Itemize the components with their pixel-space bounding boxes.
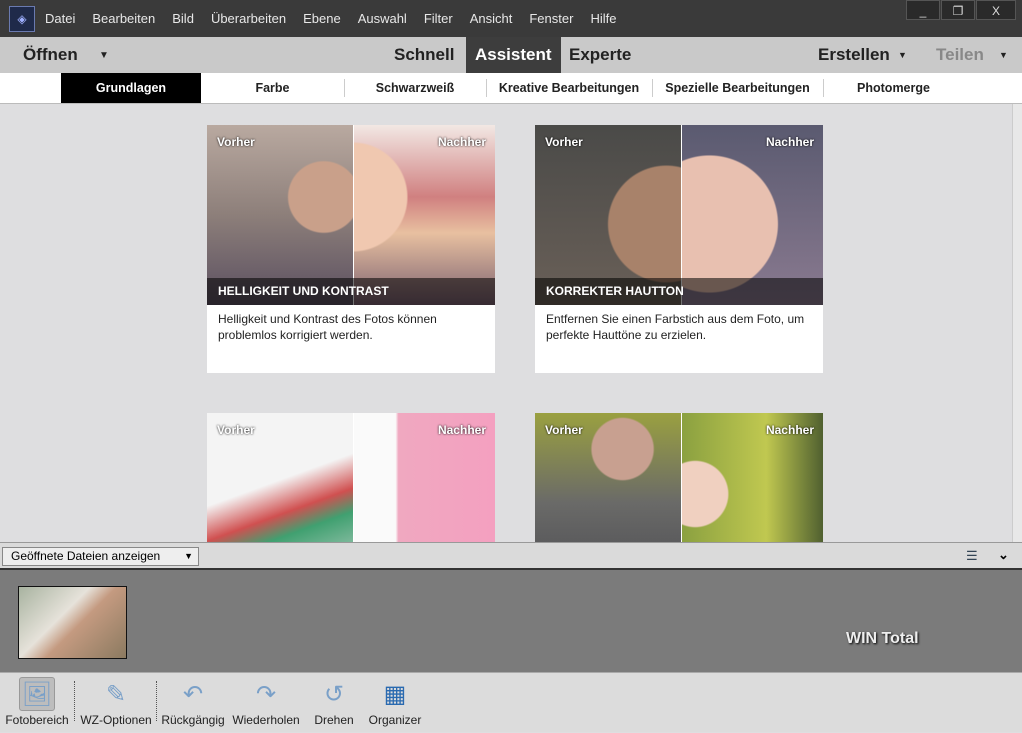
- mode-quick[interactable]: Schnell: [394, 45, 454, 65]
- after-label: Nachher: [765, 135, 814, 149]
- bottom-toolbar: 🖼 Fotobereich ✎ WZ-Optionen ↶ Rückgängig ↷ W…: [0, 672, 1022, 732]
- photo-thumbnail[interactable]: [18, 586, 127, 659]
- menu-ebene[interactable]: Ebene: [303, 11, 341, 26]
- collapse-chevron-icon[interactable]: ⌄: [998, 547, 1009, 563]
- share-dropdown-icon: ▼: [999, 50, 1008, 60]
- tool-label: Wiederholen: [232, 713, 300, 727]
- menu-ansicht[interactable]: Ansicht: [470, 11, 513, 26]
- organizer-button[interactable]: ▦ Organizer: [366, 673, 424, 733]
- close-button[interactable]: X: [976, 0, 1016, 20]
- open-dropdown-icon[interactable]: ▼: [99, 50, 109, 61]
- before-label: Vorher: [545, 423, 583, 437]
- tool-label: Organizer: [368, 713, 422, 727]
- menu-bild[interactable]: Bild: [172, 11, 194, 26]
- open-button[interactable]: Öffnen: [23, 45, 78, 65]
- menu-datei[interactable]: Datei: [45, 11, 75, 26]
- mode-expert[interactable]: Experte: [569, 45, 631, 65]
- mode-bar: Öffnen ▼ Schnell Assistent Experte Erste…: [0, 37, 1022, 73]
- card-3[interactable]: Vorher Nachher: [207, 413, 495, 542]
- photo-icon: 🖼: [19, 677, 55, 711]
- photo-bin-source-select[interactable]: Geöffnete Dateien anzeigen ▼: [2, 547, 199, 566]
- card-description: Helligkeit und Kontrast des Fotos können…: [218, 312, 437, 342]
- tab-farbe[interactable]: Farbe: [201, 73, 344, 103]
- rotate-icon: ↺: [323, 680, 345, 708]
- create-button[interactable]: Erstellen: [818, 45, 890, 65]
- tool-label: WZ-Optionen: [80, 713, 152, 727]
- mode-guided[interactable]: Assistent: [466, 37, 561, 73]
- restore-button[interactable]: ❐: [941, 0, 975, 20]
- app-logo-icon: ◈: [9, 5, 35, 32]
- menu-ueberarbeiten[interactable]: Überarbeiten: [211, 11, 286, 26]
- toolbar-divider: [74, 681, 75, 721]
- select-value: Geöffnete Dateien anzeigen: [11, 549, 161, 563]
- watermark-logo: WIN Total: [846, 630, 919, 647]
- menu-filter[interactable]: Filter: [424, 11, 453, 26]
- undo-icon: ↶: [182, 680, 204, 708]
- photo-bin-header: Geöffnete Dateien anzeigen ▼ ☰ ⌄: [0, 542, 1022, 570]
- tab-kreative-bearbeitungen[interactable]: Kreative Bearbeitungen: [486, 73, 652, 103]
- create-dropdown-icon: ▼: [898, 50, 907, 60]
- tool-label: Rückgängig: [161, 713, 225, 727]
- share-button[interactable]: Teilen: [936, 45, 984, 65]
- tool-label: Drehen: [314, 713, 354, 727]
- card-brightness-contrast[interactable]: Vorher Nachher HELLIGKEIT UND KONTRAST H…: [207, 125, 495, 373]
- chevron-down-icon: ▼: [184, 551, 193, 561]
- toolbar-divider: [156, 681, 157, 721]
- tab-photomerge[interactable]: Photomerge: [823, 73, 964, 103]
- menu-bearbeiten[interactable]: Bearbeiten: [92, 11, 155, 26]
- after-label: Nachher: [437, 135, 486, 149]
- title-bar: ◈ Datei Bearbeiten Bild Überarbeiten Ebene Au…: [0, 0, 1022, 37]
- tab-schwarzweiss[interactable]: Schwarzweiß: [344, 73, 486, 103]
- before-after-image: Vorher Nachher KORREKTER HAUTTON: [535, 125, 823, 305]
- redo-button[interactable]: ↷ Wiederholen: [230, 673, 302, 733]
- after-label: Nachher: [437, 423, 486, 437]
- photo-bin-button[interactable]: 🖼 Fotobereich: [4, 673, 70, 733]
- redo-icon: ↷: [255, 680, 277, 708]
- bin-menu-icon[interactable]: ☰: [966, 548, 978, 564]
- card-title: HELLIGKEIT UND KONTRAST: [207, 278, 495, 305]
- menu-hilfe[interactable]: Hilfe: [590, 11, 616, 26]
- card-description: Entfernen Sie einen Farbstich aus dem Fo…: [546, 312, 805, 342]
- menu-bar: Datei Bearbeiten Bild Überarbeiten Ebene Ausw…: [45, 10, 633, 28]
- tool-label: Fotobereich: [5, 713, 69, 727]
- tab-spezielle-bearbeitungen[interactable]: Spezielle Bearbeitungen: [652, 73, 823, 103]
- minimize-button[interactable]: _: [906, 0, 940, 20]
- organizer-grid-icon: ▦: [383, 680, 407, 708]
- before-after-image: Vorher Nachher: [207, 413, 495, 542]
- before-label: Vorher: [217, 135, 255, 149]
- category-tabs: Grundlagen Farbe Schwarzweiß Kreative Be…: [0, 73, 1022, 104]
- tool-options-button[interactable]: ✎ WZ-Optionen: [78, 673, 154, 733]
- pencil-list-icon: ✎: [105, 680, 127, 708]
- photo-bin: WIN Total: [0, 570, 1022, 672]
- menu-auswahl[interactable]: Auswahl: [358, 11, 407, 26]
- before-after-image: Vorher Nachher HELLIGKEIT UND KONTRAST: [207, 125, 495, 305]
- after-label: Nachher: [765, 423, 814, 437]
- card-title: KORREKTER HAUTTON: [535, 278, 823, 305]
- card-skin-tone[interactable]: Vorher Nachher KORREKTER HAUTTON Entfern…: [535, 125, 823, 373]
- rotate-button[interactable]: ↺ Drehen: [310, 673, 358, 733]
- before-after-image: Vorher Nachher: [535, 413, 823, 542]
- before-label: Vorher: [545, 135, 583, 149]
- vertical-scrollbar[interactable]: [1012, 104, 1022, 542]
- card-4[interactable]: Vorher Nachher: [535, 413, 823, 542]
- tab-grundlagen[interactable]: Grundlagen: [61, 73, 201, 103]
- guided-edits-area: Vorher Nachher HELLIGKEIT UND KONTRAST H…: [0, 104, 1012, 542]
- before-label: Vorher: [217, 423, 255, 437]
- menu-fenster[interactable]: Fenster: [529, 11, 573, 26]
- undo-button[interactable]: ↶ Rückgängig: [160, 673, 226, 733]
